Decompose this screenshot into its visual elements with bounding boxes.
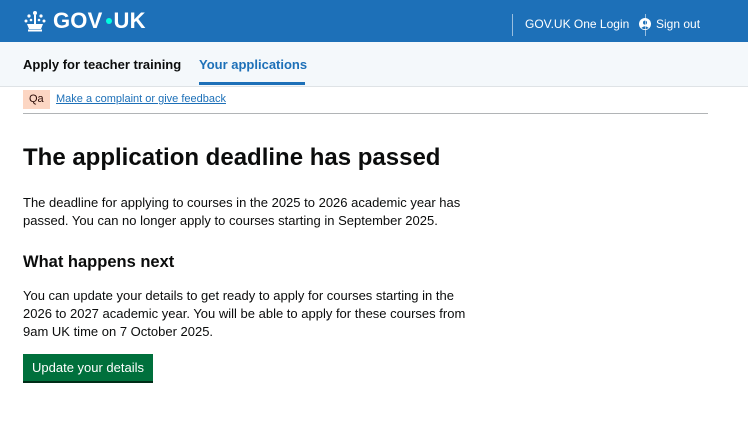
one-login-link[interactable]: GOV.UK One Login bbox=[525, 17, 652, 31]
feedback-link[interactable]: Make a complaint or give feedback bbox=[56, 93, 226, 105]
logo-dot bbox=[105, 18, 112, 24]
intro-paragraph: The deadline for applying to courses in … bbox=[23, 195, 461, 228]
phase-banner-divider bbox=[23, 113, 708, 114]
service-navigation: Apply for teacher training Your applicat… bbox=[0, 42, 748, 87]
phase-tag: Qa bbox=[23, 90, 50, 109]
next-steps-paragraph: You can update your details to get ready… bbox=[23, 288, 466, 339]
active-nav-indicator bbox=[199, 82, 305, 85]
header-separator bbox=[512, 14, 513, 36]
service-name[interactable]: Apply for teacher training bbox=[23, 57, 181, 72]
sign-out-link[interactable]: Sign out bbox=[656, 17, 700, 31]
page-title: The application deadline has passed bbox=[23, 144, 441, 171]
what-happens-next-heading: What happens next bbox=[23, 253, 175, 271]
crown-icon bbox=[24, 11, 46, 32]
one-login-label: GOV.UK One Login bbox=[525, 17, 630, 31]
update-details-button[interactable]: Update your details bbox=[23, 354, 154, 381]
govuk-header: GOV UK GOV.UK One Login Sign out bbox=[0, 0, 748, 42]
header-separator bbox=[645, 14, 646, 36]
govuk-logo-link[interactable]: GOV UK bbox=[23, 8, 146, 33]
nav-your-applications[interactable]: Your applications bbox=[199, 57, 307, 72]
govuk-logo-text: GOV UK bbox=[53, 8, 146, 33]
